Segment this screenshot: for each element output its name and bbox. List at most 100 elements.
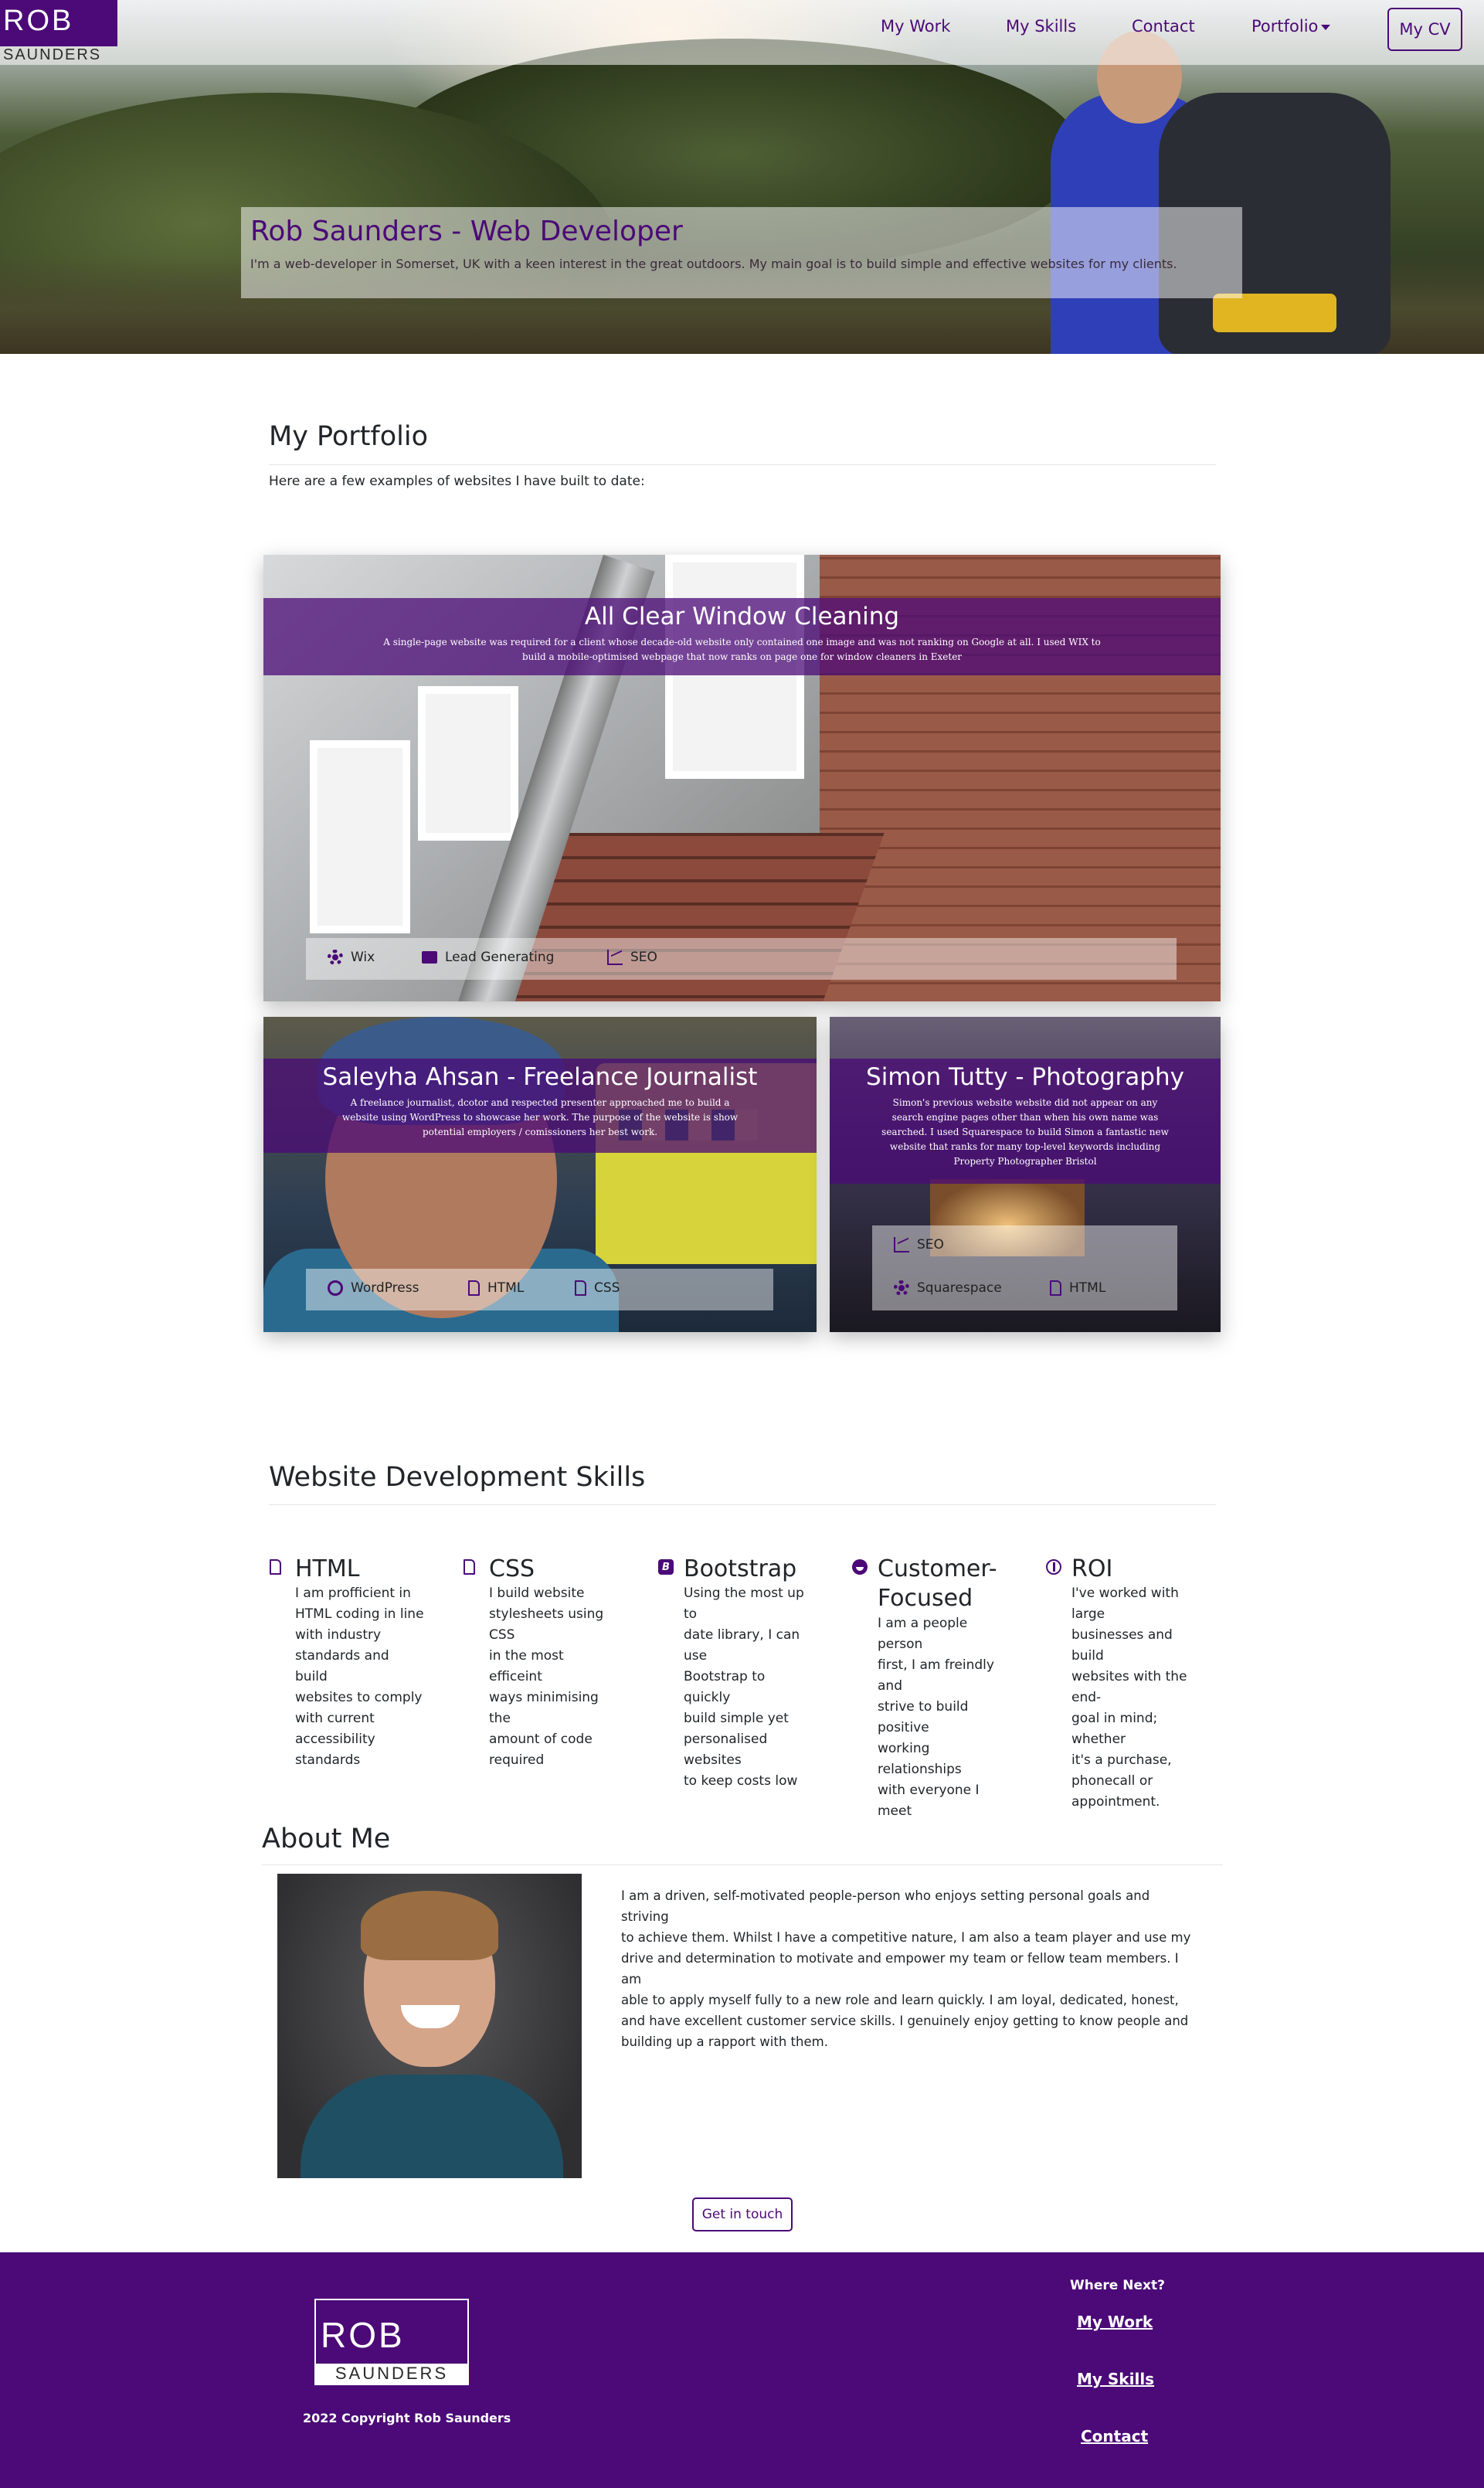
card-caption: Simon Tutty - Photography Simon's previo…	[830, 1059, 1221, 1184]
tag-label: SEO	[630, 950, 657, 965]
card-tags: WordPress HTML CSS	[306, 1269, 773, 1310]
portfolio-card-all-clear[interactable]: All Clear Window Cleaning A single-page …	[263, 555, 1221, 1001]
skills-divider	[269, 1504, 1216, 1505]
tag-html: HTML	[468, 1280, 524, 1296]
gear-icon	[894, 1280, 909, 1296]
photo-hair	[361, 1891, 498, 1960]
skill-description: I am profficient in HTML coding in line …	[295, 1583, 424, 1771]
tag-lead-generating: Lead Generating	[422, 950, 554, 965]
skill-line: with current	[295, 1711, 375, 1726]
skill-line: standards and build	[295, 1648, 389, 1684]
card-title: Simon Tutty - Photography	[866, 1063, 1184, 1091]
card-description: A single-page website was required for a…	[383, 637, 1101, 662]
envelope-icon	[422, 951, 437, 964]
footer-logo-bottom-text: SAUNDERS	[316, 2364, 467, 2384]
portfolio-heading: My Portfolio	[269, 421, 429, 452]
tag-squarespace: Squarespace	[894, 1280, 1002, 1296]
tag-label: Lead Generating	[445, 950, 555, 965]
tag-wordpress: WordPress	[328, 1280, 419, 1296]
nav-portfolio-label: Portfolio	[1251, 17, 1319, 36]
file-icon	[468, 1280, 480, 1296]
skill-line: businesses and build	[1071, 1627, 1173, 1664]
chart-icon	[894, 1237, 909, 1252]
skill-line: with everyone I meet	[878, 1783, 980, 1819]
my-cv-button[interactable]: My CV	[1387, 8, 1462, 51]
nav-contact[interactable]: Contact	[1132, 17, 1195, 36]
portfolio-intro: Here are a few examples of websites I ha…	[269, 474, 645, 489]
footer-copyright: 2022 Copyright Rob Saunders	[303, 2411, 511, 2425]
about-divider	[262, 1864, 1223, 1865]
skill-line: websites with the end-	[1071, 1669, 1187, 1705]
tag-css: CSS	[575, 1280, 620, 1296]
about-line: to achieve them. Whilst I have a competi…	[621, 1930, 1191, 1945]
footer-logo[interactable]: ROB SAUNDERS	[314, 2299, 469, 2385]
about-line: and have excellent customer service skil…	[621, 2014, 1189, 2028]
skill-line: Using the most up to	[684, 1586, 804, 1622]
file-icon	[1050, 1280, 1061, 1296]
portfolio-card-simon[interactable]: Simon Tutty - Photography Simon's previo…	[830, 1017, 1221, 1332]
file-icon	[575, 1280, 586, 1296]
skill-title: Customer- Focused	[878, 1555, 1017, 1613]
tag-label: HTML	[1069, 1280, 1106, 1296]
card-caption: All Clear Window Cleaning A single-page …	[263, 598, 1221, 675]
skill-line: I am a people person	[878, 1616, 968, 1652]
about-line: building up a rapport with them.	[621, 2034, 828, 2049]
skill-title: ROI	[1071, 1555, 1113, 1582]
nav-my-skills[interactable]: My Skills	[1006, 17, 1076, 36]
chart-icon	[607, 950, 623, 965]
skill-line: Bootstrap to quickly	[684, 1669, 766, 1705]
nav-portfolio-dropdown[interactable]: Portfolio	[1251, 17, 1331, 36]
skill-line: HTML coding in line	[295, 1606, 424, 1622]
card-description: A freelance journalist, dcotor and respe…	[341, 1097, 739, 1137]
about-line: able to apply myself fully to a new role…	[621, 1993, 1179, 2007]
nav-my-work[interactable]: My Work	[881, 17, 950, 36]
tag-label: Wix	[351, 950, 375, 965]
footer-link-contact[interactable]: Contact	[1081, 2427, 1148, 2446]
skill-line: amount of code	[489, 1732, 593, 1747]
card-title: Saleyha Ahsan - Freelance Journalist	[322, 1063, 758, 1091]
card-caption: Saleyha Ahsan - Freelance Journalist A f…	[263, 1059, 817, 1153]
chevron-down-icon	[1321, 24, 1331, 30]
profile-photo	[277, 1874, 582, 2178]
photo-shirt	[301, 2075, 563, 2178]
skill-description: I've worked with large businesses and bu…	[1071, 1583, 1200, 1813]
site-logo[interactable]: ROB SAUNDERS	[0, 0, 117, 65]
skill-line: goal in mind; whether	[1071, 1711, 1158, 1747]
footer-link-my-skills[interactable]: My Skills	[1077, 2370, 1154, 2388]
footer: ROB SAUNDERS 2022 Copyright Rob Saunders…	[0, 2252, 1484, 2488]
skill-title-line: Customer-	[878, 1555, 997, 1582]
skill-line: ways minimising the	[489, 1690, 599, 1726]
skill-line: I build website	[489, 1586, 585, 1601]
skill-line: working relationships	[878, 1741, 962, 1777]
logo-bottom-text: SAUNDERS	[3, 46, 102, 63]
skill-line: date library, I can use	[684, 1627, 800, 1664]
get-in-touch-button[interactable]: Get in touch	[692, 2197, 793, 2231]
skill-description: I am a people person first, I am freindl…	[878, 1613, 1007, 1822]
tag-label: SEO	[917, 1237, 944, 1252]
hero-intro-box: Rob Saunders - Web Developer I'm a web-d…	[241, 207, 1242, 298]
skill-line: personalised websites	[684, 1732, 768, 1768]
skill-description: I build website stylesheets using CSS in…	[489, 1583, 618, 1771]
skill-line: websites to comply	[295, 1690, 423, 1705]
about-heading: About Me	[262, 1824, 391, 1854]
skill-line: I am profficient in	[295, 1586, 411, 1601]
card-image-window	[418, 686, 518, 841]
skill-line: to keep costs low	[684, 1773, 798, 1789]
skill-title: HTML	[295, 1555, 360, 1582]
tag-html: HTML	[1050, 1280, 1105, 1296]
footer-link-my-work[interactable]: My Work	[1077, 2313, 1153, 2331]
skill-title: Bootstrap	[684, 1555, 797, 1582]
tag-seo: SEO	[607, 950, 657, 965]
skill-line: stylesheets using CSS	[489, 1606, 604, 1643]
skill-title: CSS	[489, 1555, 535, 1582]
skill-description: Using the most up to date library, I can…	[684, 1583, 813, 1792]
roi-icon	[1046, 1559, 1061, 1575]
skill-line: I've worked with large	[1071, 1586, 1179, 1622]
hero-subtitle: I'm a web-developer in Somerset, UK with…	[250, 257, 1177, 271]
card-title: All Clear Window Cleaning	[584, 603, 900, 630]
hero-title: Rob Saunders - Web Developer	[250, 216, 683, 247]
tag-label: WordPress	[351, 1280, 419, 1296]
portfolio-card-saleyha[interactable]: Saleyha Ahsan - Freelance Journalist A f…	[263, 1017, 817, 1332]
logo-top-text: ROB	[0, 0, 117, 46]
file-icon	[270, 1559, 281, 1575]
